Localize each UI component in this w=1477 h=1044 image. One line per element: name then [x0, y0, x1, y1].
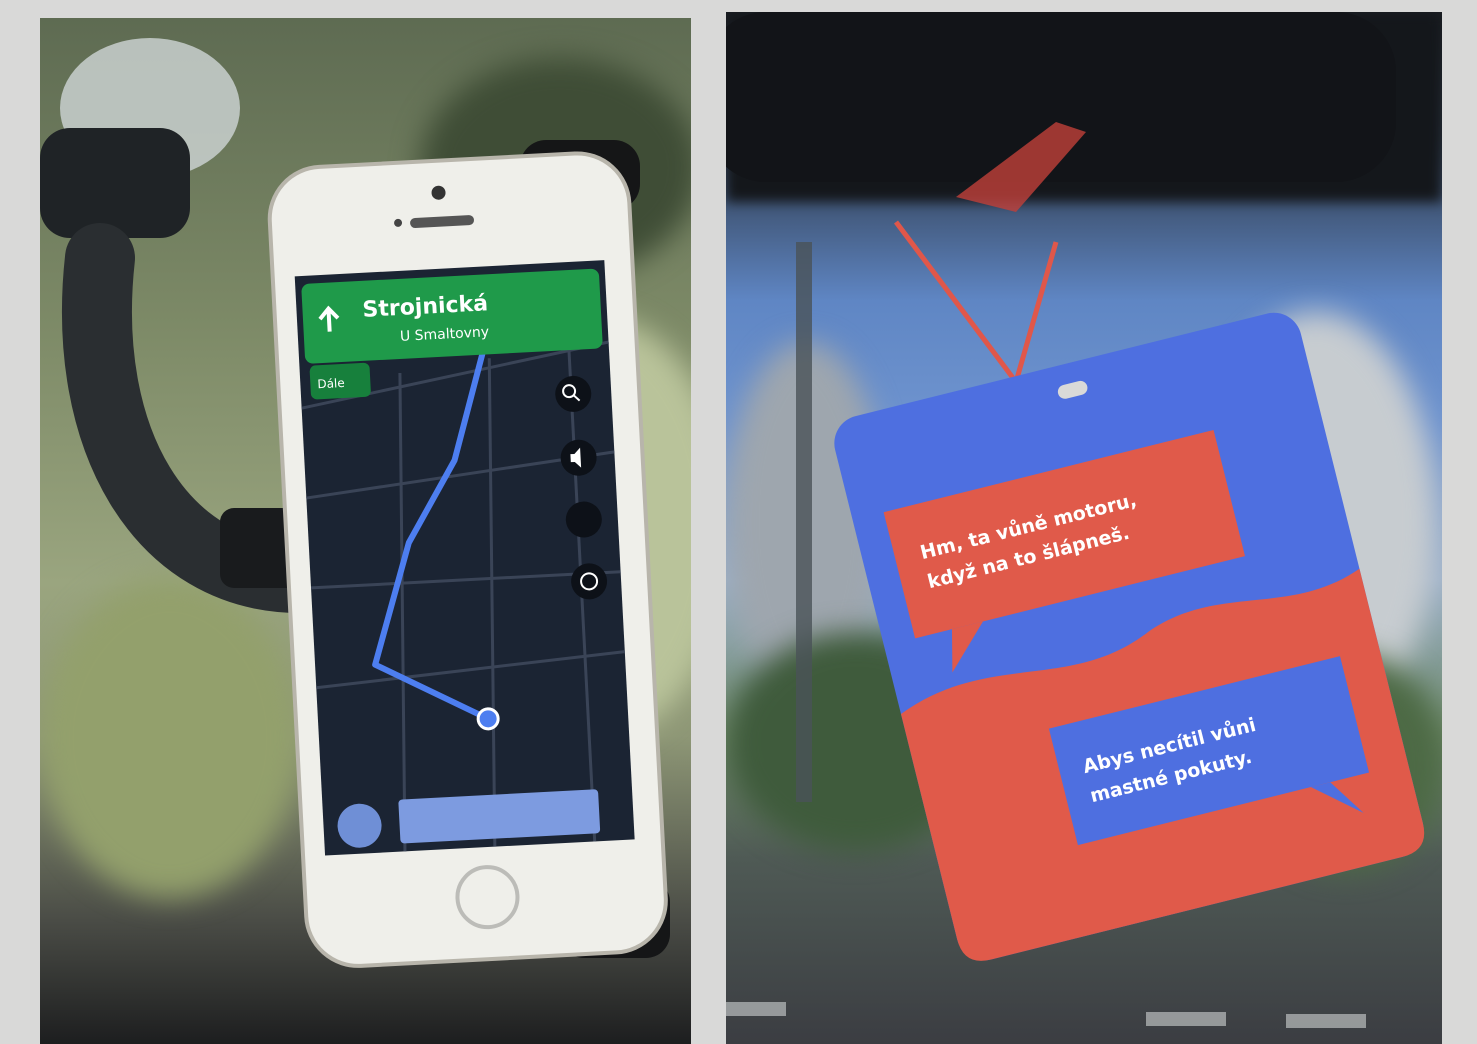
- air-freshener-photo: Hm, ta vůně motoru, když na to šlápneš. …: [726, 12, 1442, 1044]
- phone-navigation-photo: Strojnická U Smaltovny Dále: [40, 18, 691, 1044]
- air-freshener-illustration: Hm, ta vůně motoru, když na to šlápneš. …: [726, 12, 1425, 1028]
- hanging-string: [894, 220, 1059, 388]
- phone-mount-illustration: Strojnická U Smaltovny Dále: [40, 38, 670, 968]
- suction-mount: [40, 128, 190, 238]
- then-label: Dále: [317, 376, 345, 391]
- location-marker: [476, 707, 500, 731]
- freshener-tag: Hm, ta vůně motoru, když na to šlápneš. …: [834, 312, 1425, 961]
